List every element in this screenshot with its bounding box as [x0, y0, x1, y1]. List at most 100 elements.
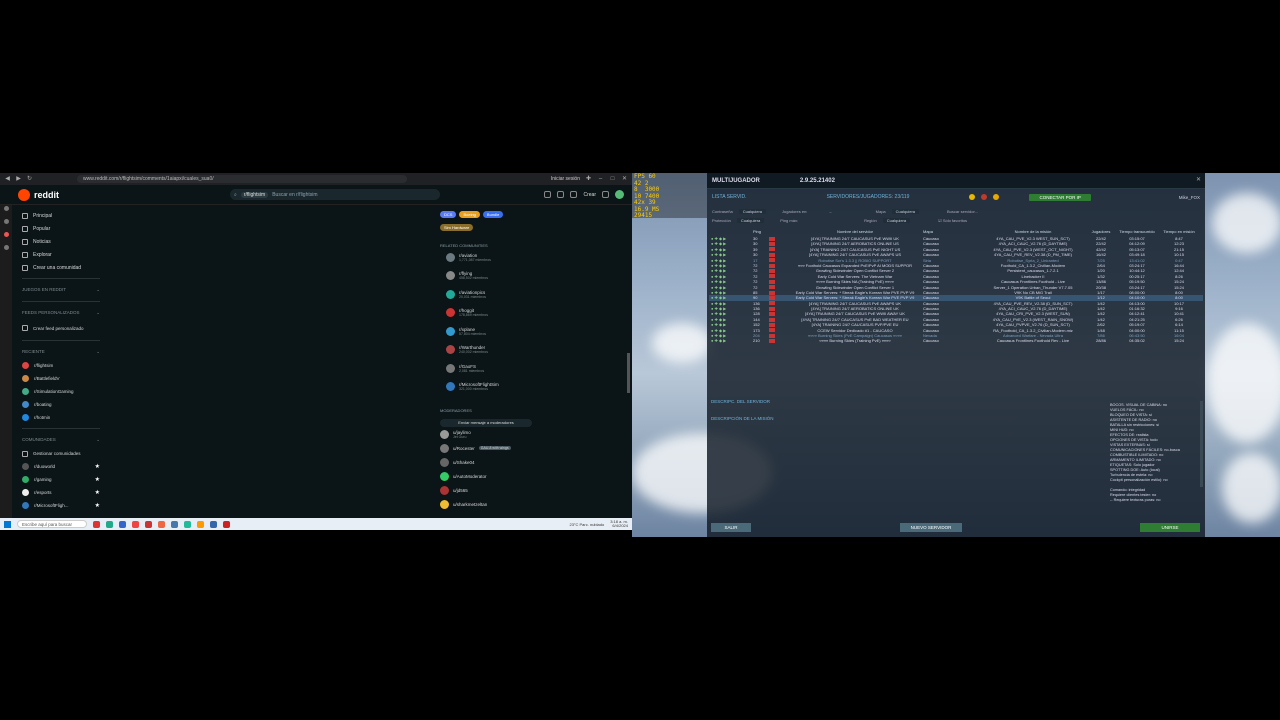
- flair-tag[interactable]: Bundle: [482, 211, 504, 218]
- col-name[interactable]: Nombre del servidor: [775, 229, 935, 234]
- section-games[interactable]: JUEGOS EN REDDIT ⌄: [22, 287, 100, 297]
- related-community-item[interactable]: r/MicrosoftFlightSim 321,000 miembros: [440, 378, 540, 397]
- star-icon[interactable]: ★: [95, 502, 100, 509]
- chat-icon[interactable]: [570, 191, 578, 198]
- community-item[interactable]: r/esports ★: [22, 486, 100, 499]
- taskbar-search-input[interactable]: Escribe aquí para buscar: [17, 520, 87, 528]
- section-custom-feeds[interactable]: FEEDS PERSONALIZADOS ⌄: [22, 310, 100, 320]
- server-row[interactable]: ● ✚ ◆ ▶ 210 ¤¤¤¤ Burning Skies (Training P…: [709, 338, 1203, 343]
- manage-communities[interactable]: Gestionar comunidades: [22, 447, 100, 460]
- advertise-icon[interactable]: [557, 191, 565, 198]
- reload-icon[interactable]: ↻: [26, 176, 33, 183]
- moderator-item[interactable]: u/jaylimo Jet Guru: [440, 427, 540, 441]
- server-status-icons[interactable]: ● ✚ ◆ ▶: [711, 252, 739, 257]
- create-button[interactable]: Crear: [583, 192, 596, 198]
- rail-app-icon[interactable]: [3, 219, 9, 224]
- community-item[interactable]: r/duoworld ★: [22, 460, 100, 473]
- nav-explore[interactable]: Explorar: [22, 248, 100, 261]
- community-item[interactable]: r/MicrosoftFligh... ★: [22, 499, 100, 512]
- back-icon[interactable]: ◀: [4, 176, 11, 183]
- browser-signin[interactable]: Iniciar sesión: [551, 176, 580, 182]
- related-community-item[interactable]: r/hoggit 178,869 miembros: [440, 304, 540, 323]
- community-item[interactable]: r/gaming ★: [22, 473, 100, 486]
- col-ping[interactable]: Ping: [753, 229, 765, 234]
- server-status-icons[interactable]: ● ✚ ◆ ▶: [711, 322, 739, 327]
- reddit-wordmark[interactable]: reddit: [34, 190, 59, 200]
- scrollbar[interactable]: [1200, 401, 1203, 487]
- minimize-icon[interactable]: –: [597, 176, 604, 183]
- server-status-icons[interactable]: ● ✚ ◆ ▶: [711, 290, 739, 295]
- server-status-icons[interactable]: ● ✚ ◆ ▶: [711, 258, 739, 263]
- app-icon[interactable]: [158, 520, 165, 528]
- col-players[interactable]: Jugadores: [1089, 229, 1113, 234]
- server-status-icons[interactable]: ● ✚ ◆ ▶: [711, 311, 739, 316]
- app-icon[interactable]: [197, 520, 204, 528]
- url-bar[interactable]: www.reddit.com/r/flightsim/comments/1aia…: [77, 175, 407, 183]
- moderator-item[interactable]: u/sharkmetzeltan: [440, 497, 540, 511]
- tab-server-list[interactable]: LISTA SERVID.: [712, 194, 747, 200]
- connect-ip-button[interactable]: CONECTAR POR IP: [1029, 193, 1091, 201]
- message-mods-button[interactable]: Enviar mensaje a moderadores: [440, 419, 532, 427]
- server-status-icons[interactable]: ● ✚ ◆ ▶: [711, 247, 739, 252]
- col-mission[interactable]: Nombre de la misión: [971, 229, 1095, 234]
- close-icon[interactable]: ✕: [621, 176, 628, 183]
- moderator-item[interactable]: u/Rocester GAU-8 with wings: [440, 441, 540, 455]
- col-map[interactable]: Mapa: [923, 229, 963, 234]
- app-icon[interactable]: [145, 520, 152, 528]
- taskbar-weather[interactable]: 23°C Parc. nublado: [569, 522, 604, 527]
- server-status-icons[interactable]: ● ✚ ◆ ▶: [711, 317, 739, 322]
- server-status-icons[interactable]: ● ✚ ◆ ▶: [711, 279, 739, 284]
- app-icon[interactable]: [223, 520, 230, 528]
- server-status-icons[interactable]: ● ✚ ◆ ▶: [711, 241, 739, 246]
- search-chip[interactable]: r/flightsim: [240, 191, 269, 198]
- star-icon[interactable]: ★: [95, 489, 100, 496]
- recent-item[interactable]: r/hotmin: [22, 411, 100, 424]
- moderator-item[interactable]: u/jd565: [440, 483, 540, 497]
- forward-icon[interactable]: ▶: [15, 176, 22, 183]
- new-server-button[interactable]: NUEVO SERVIDOR: [900, 523, 962, 532]
- related-community-item[interactable]: r/GaoFS 2,081 miembros: [440, 359, 540, 378]
- server-status-icons[interactable]: ● ✚ ◆ ▶: [711, 338, 739, 343]
- server-status-icons[interactable]: ● ✚ ◆ ▶: [711, 236, 739, 241]
- moderator-item[interactable]: u/Shake04: [440, 455, 540, 469]
- create-feed-item[interactable]: Crear feed personalizado: [22, 320, 100, 336]
- nav-home[interactable]: Principal: [22, 209, 100, 222]
- exit-button[interactable]: SALIR: [711, 523, 751, 532]
- app-icon[interactable]: [184, 520, 191, 528]
- app-icon[interactable]: [106, 520, 113, 528]
- rail-app-icon[interactable]: [3, 206, 9, 211]
- star-icon[interactable]: ★: [95, 476, 100, 483]
- search-input[interactable]: ⌕ r/flightsim Buscar en r/flightsim: [230, 189, 440, 200]
- rail-app-icon[interactable]: [3, 245, 9, 250]
- section-communities[interactable]: COMUNIDADES ⌄: [22, 437, 100, 447]
- recent-item[interactable]: r/BattlefieldV: [22, 372, 100, 385]
- maximize-icon[interactable]: □: [609, 176, 616, 183]
- reddit-logo-icon[interactable]: [18, 188, 30, 201]
- app-icon[interactable]: [210, 520, 217, 528]
- nav-popular[interactable]: Popular: [22, 222, 100, 235]
- avatar[interactable]: [615, 190, 624, 199]
- region-select[interactable]: Cualquiera: [882, 218, 911, 223]
- flair-tag[interactable]: Boeing: [459, 211, 480, 218]
- server-status-icons[interactable]: ● ✚ ◆ ▶: [711, 328, 739, 333]
- app-icon[interactable]: [171, 520, 178, 528]
- translate-icon[interactable]: [544, 191, 552, 198]
- flair-tag[interactable]: DCS: [440, 211, 457, 218]
- server-status-icons[interactable]: ● ✚ ◆ ▶: [711, 333, 739, 338]
- app-icon[interactable]: [132, 520, 139, 528]
- taskbar-clock[interactable]: 3:18 a. m. 6/4/2024: [610, 519, 628, 529]
- extensions-icon[interactable]: ✚: [585, 176, 592, 183]
- server-status-icons[interactable]: ● ✚ ◆ ▶: [711, 306, 739, 311]
- nav-news[interactable]: Noticias: [22, 235, 100, 248]
- related-community-item[interactable]: r/Warthunder 240,002 miembros: [440, 341, 540, 360]
- notifications-icon[interactable]: [602, 191, 609, 198]
- windows-start-icon[interactable]: [4, 520, 11, 528]
- star-icon[interactable]: ★: [95, 463, 100, 470]
- server-status-icons[interactable]: ● ✚ ◆ ▶: [711, 263, 739, 268]
- app-icon[interactable]: [93, 520, 100, 528]
- server-status-icons[interactable]: ● ✚ ◆ ▶: [711, 285, 739, 290]
- related-community-item[interactable]: r/flying 458,502 miembros: [440, 267, 540, 286]
- col-time[interactable]: Tiempo transcurrido: [1119, 229, 1155, 234]
- app-icon[interactable]: [119, 520, 126, 528]
- moderator-item[interactable]: u/AutoModerator: [440, 469, 540, 483]
